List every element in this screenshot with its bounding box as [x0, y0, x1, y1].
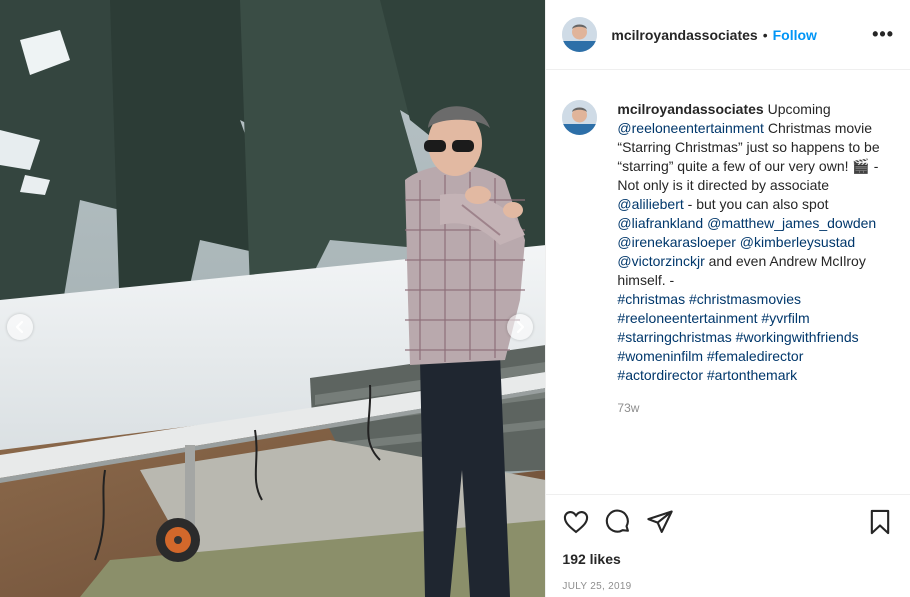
- bookmark-icon[interactable]: [866, 508, 894, 536]
- likes-count[interactable]: 192 likes: [546, 551, 910, 567]
- hashtag-link[interactable]: #artonthemark: [707, 367, 797, 383]
- chevron-right-icon: [516, 320, 525, 334]
- caption-text: Upcoming @reeloneentertainment Christmas…: [617, 101, 883, 383]
- caption-text-fragment: Upcoming: [763, 101, 835, 117]
- caption-timestamp[interactable]: 73w: [617, 399, 887, 418]
- heart-icon[interactable]: [562, 508, 590, 536]
- post-header: mcilroyandassociates • Follow •••: [546, 0, 910, 70]
- post-image[interactable]: [0, 0, 546, 597]
- mention-link[interactable]: @irenekarasloeper: [617, 234, 736, 250]
- mention-link[interactable]: @matthew_james_dowden: [707, 215, 876, 231]
- comments-section: mcilroyandassociates Upcoming @reeloneen…: [546, 70, 910, 493]
- post-sidebar: mcilroyandassociates • Follow ••• mcilro…: [545, 0, 910, 597]
- follow-button[interactable]: Follow: [773, 27, 817, 43]
- hashtag-link[interactable]: #yvrfilm: [761, 310, 809, 326]
- hashtag-link[interactable]: #christmasmovies: [689, 291, 801, 307]
- avatar[interactable]: [562, 17, 598, 52]
- hashtag-link[interactable]: #christmas: [617, 291, 685, 307]
- hashtag-link[interactable]: #womeninfilm: [617, 348, 703, 364]
- previous-image-button[interactable]: [7, 314, 33, 340]
- hashtag-link[interactable]: #reeloneentertainment: [617, 310, 757, 326]
- caption-row: mcilroyandassociates Upcoming @reeloneen…: [562, 100, 894, 418]
- caption: mcilroyandassociates Upcoming @reeloneen…: [617, 100, 887, 418]
- hashtag-link[interactable]: #starringchristmas: [617, 329, 731, 345]
- paper-plane-icon[interactable]: [646, 508, 674, 536]
- caption-text-fragment: [801, 291, 805, 307]
- caption-text-fragment: [876, 215, 880, 231]
- caption-username[interactable]: mcilroyandassociates: [617, 101, 763, 117]
- post-date[interactable]: JULY 25, 2019: [546, 581, 910, 592]
- hashtag-link[interactable]: #actordirector: [617, 367, 703, 383]
- more-options-icon[interactable]: •••: [872, 24, 894, 45]
- post-actions: 192 likes JULY 25, 2019: [546, 494, 910, 592]
- photo-man-hugging-himself: [0, 0, 546, 597]
- mention-link[interactable]: @victorzinckjr: [617, 253, 704, 269]
- comment-icon[interactable]: [604, 508, 632, 536]
- mention-link[interactable]: @reeloneentertainment: [617, 120, 764, 136]
- caption-text-fragment: - but you can also spot: [683, 196, 833, 212]
- hashtag-link[interactable]: #femaledirector: [707, 348, 804, 364]
- profile-photo: [562, 100, 598, 135]
- post-author-username[interactable]: mcilroyandassociates: [611, 27, 757, 43]
- chevron-left-icon: [15, 320, 24, 334]
- mention-link[interactable]: @aliliebert: [617, 196, 683, 212]
- mention-link[interactable]: @liafrankland: [617, 215, 703, 231]
- caption-text-fragment: [859, 329, 863, 345]
- hashtag-link[interactable]: #workingwithfriends: [736, 329, 859, 345]
- instagram-post: mcilroyandassociates • Follow ••• mcilro…: [0, 0, 910, 597]
- caption-text-fragment: [803, 348, 807, 364]
- mention-link[interactable]: @kimberleysustad: [740, 234, 855, 250]
- action-icons: [546, 495, 910, 549]
- caption-text-fragment: [810, 310, 814, 326]
- profile-photo: [562, 17, 598, 52]
- next-image-button[interactable]: [507, 314, 533, 340]
- caption-text-fragment: [855, 234, 859, 250]
- avatar[interactable]: [562, 100, 598, 135]
- separator-dot: •: [762, 26, 768, 43]
